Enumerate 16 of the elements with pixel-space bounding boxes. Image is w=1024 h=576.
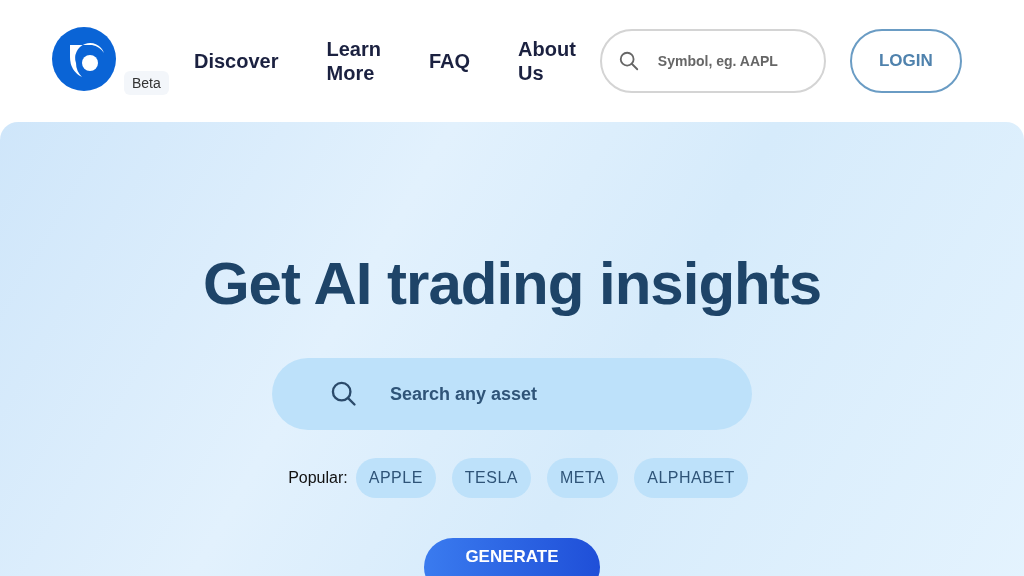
asset-chip[interactable]: TESLA	[451, 458, 531, 498]
generate-button[interactable]: GENERATE	[424, 538, 600, 576]
nav-link[interactable]: Discover	[194, 49, 279, 73]
nav-link[interactable]: Learn More	[326, 37, 381, 85]
popular-label: Popular:	[288, 469, 348, 487]
hero-title: Get AI trading insights	[202, 249, 822, 319]
symbol-search-field[interactable]: Symbol, eg. AAPL	[599, 29, 826, 93]
login-button[interactable]: LOGIN	[849, 29, 962, 93]
asset-chip[interactable]: ALPHABET	[634, 458, 748, 498]
asset-search-field[interactable]: Search any asset	[272, 358, 752, 430]
asset-chip[interactable]: APPLE	[355, 458, 436, 498]
beta-badge: Beta	[124, 71, 169, 95]
logo-icon[interactable]	[52, 27, 116, 91]
asset-chip[interactable]: META	[547, 458, 619, 498]
nav-link[interactable]: FAQ	[428, 49, 471, 73]
nav-link[interactable]: About Us	[518, 37, 576, 85]
